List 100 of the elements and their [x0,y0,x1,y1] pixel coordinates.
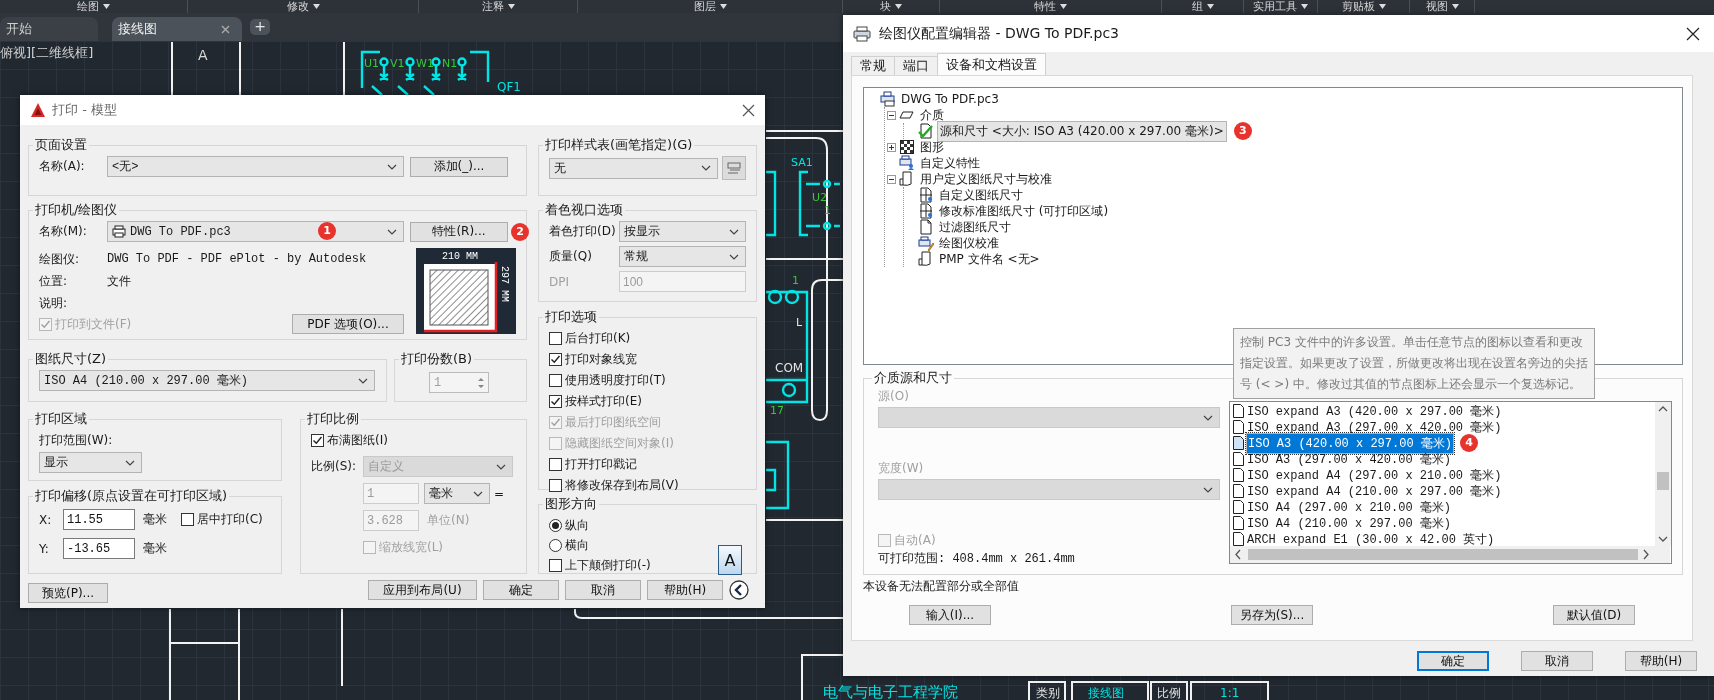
radio-button[interactable] [549,518,562,532]
document-tab[interactable]: 开始 [0,17,98,41]
paper-size-dropdown[interactable]: ISO A4 (210.00 x 297.00 毫米) [39,370,375,391]
tree-item[interactable]: 绘图仪校准 [937,234,1001,252]
page-icon [1233,468,1244,482]
action-button[interactable]: 另存为(S)... [1231,605,1313,625]
x-offset-field[interactable]: 11.55 [63,509,135,530]
add-button[interactable]: 添加(_)... [410,156,508,177]
dialog-title: 绘图仪配置编辑器 - DWG To PDF.pc3 [879,24,1120,43]
ribbon-panel-title[interactable]: 剪贴板 [1341,0,1375,13]
tab[interactable]: 端口 [894,56,938,75]
checkbox[interactable] [181,513,194,526]
close-icon[interactable] [742,103,755,117]
cancel-button[interactable]: 取消 [565,580,641,600]
tree-item[interactable]: DWG To PDF.pc3 [899,92,1001,106]
caret-icon [1206,4,1214,9]
checkbox-label: 缩放线宽(L) [379,538,444,556]
radio-label: 横向 [565,536,589,554]
tree-item[interactable]: 源和尺寸 <大小: ISO A3 (420.00 x 297.00 毫米)> [937,120,1227,142]
list-item[interactable]: ISO A4 (297.00 x 210.00 毫米) [1246,498,1453,516]
tree-item[interactable]: 自定义特性 [918,154,982,172]
field-value: 文件 [107,273,131,290]
ribbon-panel-title[interactable]: 注释 [481,0,504,13]
quality-dropdown[interactable]: 常规 [619,246,746,267]
ribbon-panel-title[interactable]: 修改 [286,0,309,13]
dialog-button[interactable]: 取消 [1521,651,1593,671]
y-offset-field[interactable]: -13.65 [63,538,135,559]
list-item[interactable]: ISO A3 (420.00 x 297.00 毫米) [1246,432,1455,454]
tree-item[interactable]: 修改标准图纸尺寸 (可打印区域) [937,202,1111,220]
dialog-button[interactable]: 帮助(H) [1625,651,1697,671]
ribbon-panel-title[interactable]: 图层 [693,0,716,13]
ribbon-panel-title[interactable]: 组 [1191,0,1203,13]
page-crosshair-icon [918,187,934,203]
shade-plot-dropdown[interactable]: 按显示 [619,221,746,242]
ribbon-panel-title[interactable]: 特性 [1034,0,1056,13]
ribbon-panel-title[interactable]: 绘图 [77,0,99,13]
field-label: 绘图仪: [39,250,81,268]
ribbon-panel-title[interactable]: 块 [880,0,891,13]
page-setup-dropdown[interactable]: <无> [107,156,404,177]
checkbox[interactable] [549,373,562,387]
action-button[interactable]: 输入(I)... [909,605,991,625]
checkbox[interactable] [311,433,324,447]
tree-item[interactable]: 用户定义图纸尺寸与校准 [918,170,1054,188]
document-tab[interactable]: 接线图 [112,17,242,41]
checkbox-label: 后台打印(K) [565,329,631,347]
list-item[interactable]: ARCH expand E1 (30.00 x 42.00 英寸) [1246,530,1496,548]
properties-button[interactable]: 特性(R)... [410,221,508,242]
chevron-down-icon [729,253,739,260]
vertical-scrollbar[interactable] [1655,402,1671,546]
list-item[interactable]: ISO expand A4 (297.00 x 210.00 毫米) [1246,466,1503,484]
ribbon-panel-title[interactable]: 实用工具 [1253,0,1297,13]
checkbox[interactable] [549,457,562,471]
paper-size-list[interactable] [1229,401,1672,564]
help-button[interactable]: 帮助(H) [647,580,723,600]
expand-toggle[interactable] [887,142,896,152]
unit-dropdown[interactable]: 毫米 [424,483,490,504]
new-tab-button[interactable]: + [250,19,270,35]
dialog-button[interactable]: 确定 [1417,651,1489,671]
tab[interactable]: 常规 [851,56,895,75]
step-badge: 3 [1233,122,1252,140]
list-item[interactable]: ISO A4 (210.00 x 297.00 毫米) [1246,514,1453,532]
expand-toggle[interactable] [887,174,896,184]
checkbox[interactable] [549,394,562,408]
checkbox-label: 按样式打印(E) [565,392,642,410]
preview-button[interactable]: 预览(P)... [28,583,108,603]
ok-button[interactable]: 确定 [483,580,559,600]
field-label: DPI [549,274,570,289]
tree-item[interactable]: 过滤图纸尺寸 [937,218,1013,236]
checkbox[interactable] [549,478,562,492]
caret-icon [1451,4,1459,9]
plot-range-dropdown[interactable]: 显示 [39,452,142,473]
plot-style-dropdown[interactable]: 无 [549,157,719,179]
checkbox[interactable] [549,558,562,572]
expand-toggle[interactable] [887,110,896,120]
pdf-options-button[interactable]: PDF 选项(O)... [292,314,404,334]
close-icon[interactable] [1686,26,1700,41]
list-item[interactable]: ISO expand A4 (210.00 x 297.00 毫米) [1246,482,1503,500]
tab[interactable]: 设备和文档设置 [937,53,1046,75]
list-item[interactable]: ISO expand A3 (420.00 x 297.00 毫米) [1246,402,1503,420]
ribbon-panel-title[interactable]: 视图 [1425,0,1448,13]
viewport-label[interactable]: 俯视][二维线框] [0,44,94,62]
checkbox[interactable] [549,352,562,366]
drawing-label: 1 [824,204,831,217]
checked-page-icon [918,123,934,139]
drawing-label: 电气与电子工程学院 [823,683,958,700]
tree-item[interactable]: PMP 文件名 <无> [937,250,1042,268]
step-badge: 2 [511,222,529,241]
action-button[interactable]: 默认值(D) [1553,605,1635,625]
radio-button[interactable] [549,538,562,552]
checkbox-label: 将修改保存到布局(V) [565,476,679,494]
apply-to-layout-button[interactable]: 应用到布局(U) [368,580,477,600]
drawing-label: U2 [812,191,828,204]
dimension-label: 297 MM [499,266,510,302]
checkbox[interactable] [549,331,562,345]
tree-item[interactable]: 自定义图纸尺寸 [937,186,1025,204]
collapse-button[interactable] [729,580,749,600]
horizontal-scrollbar[interactable] [1230,546,1670,563]
drawing-label: 类别 [1036,686,1060,700]
group-title: 着色视口选项 [544,201,624,219]
field-label: X: [39,512,53,527]
